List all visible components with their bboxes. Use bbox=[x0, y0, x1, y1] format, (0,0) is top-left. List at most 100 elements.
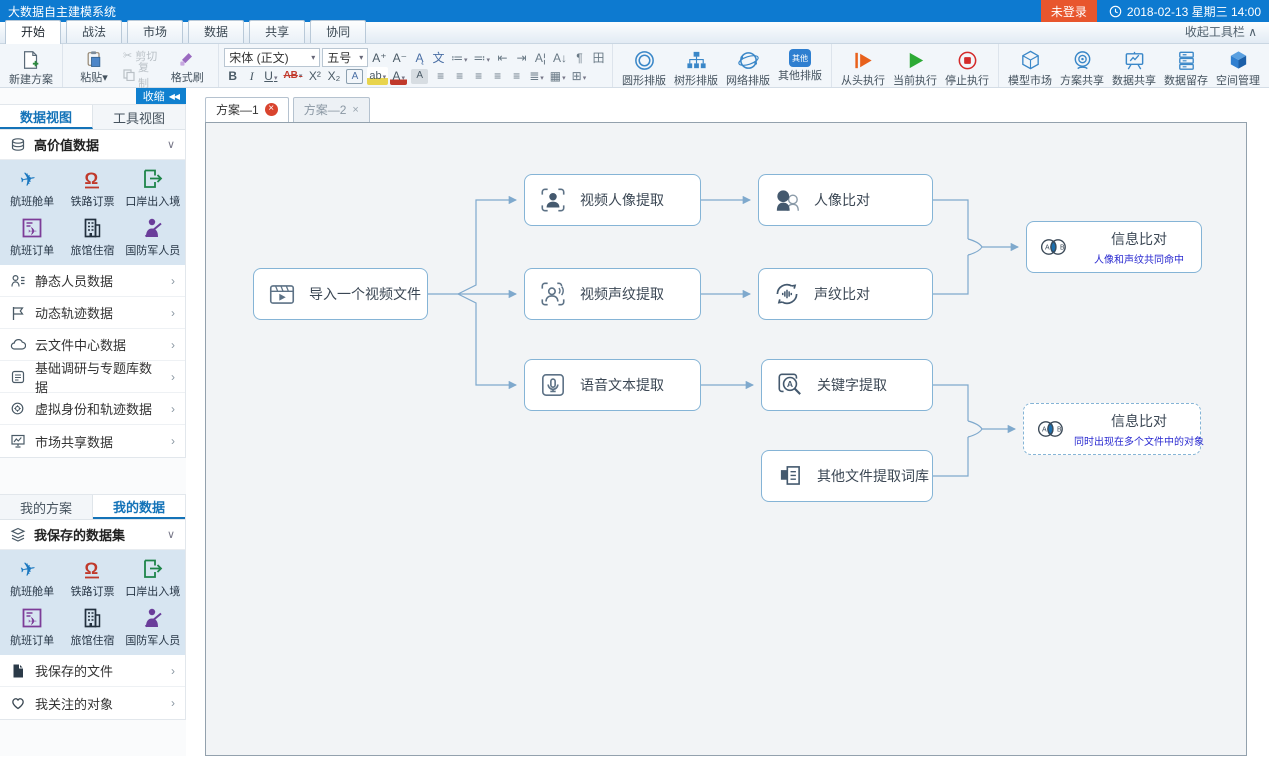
tab-data-view[interactable]: 数据视图 bbox=[0, 105, 93, 129]
align-right-button[interactable]: ≡ bbox=[470, 67, 487, 85]
section-my-datasets[interactable]: 我保存的数据集 ∨ bbox=[0, 520, 185, 550]
align-justify-button[interactable]: ≡ bbox=[489, 67, 506, 85]
list-item-my-files[interactable]: 我保存的文件 › bbox=[0, 655, 185, 687]
list-item-virtual-identity[interactable]: 虚拟身份和轨迹数据 › bbox=[0, 393, 185, 425]
new-plan-button[interactable]: 新建方案 bbox=[5, 46, 57, 85]
login-status-badge[interactable]: 未登录 bbox=[1041, 0, 1097, 22]
character-shading-button[interactable]: A bbox=[411, 69, 428, 84]
char-scale-button[interactable]: A¦ bbox=[532, 49, 549, 67]
grow-font-button[interactable]: A⁺ bbox=[370, 49, 388, 67]
dataset-railway-ticket[interactable]: Ω 铁路订票 bbox=[62, 555, 122, 601]
node-info-compare-2[interactable]: AB 信息比对 同时出现在多个文件中的对象 bbox=[1023, 403, 1201, 455]
menu-tab-collab[interactable]: 协同 bbox=[310, 20, 366, 43]
run-current-button[interactable]: 当前执行 bbox=[889, 46, 941, 85]
node-speech-text-extract[interactable]: 语音文本提取 bbox=[524, 359, 701, 411]
close-tab-icon[interactable]: × bbox=[265, 103, 278, 116]
close-tab-icon[interactable]: × bbox=[352, 104, 358, 116]
underline-button[interactable]: U▾ bbox=[262, 67, 279, 85]
tree-layout-button[interactable]: 树形排版 bbox=[670, 46, 722, 85]
highlight-button[interactable]: ab▾ bbox=[367, 67, 388, 85]
list-item-dynamic-track[interactable]: 动态轨迹数据 › bbox=[0, 297, 185, 329]
font-color-button[interactable]: A▾ bbox=[390, 67, 407, 85]
flight-manifest-icon: ✈ bbox=[19, 557, 45, 581]
space-management-button[interactable]: 空间管理 bbox=[1212, 46, 1264, 85]
font-size-select[interactable]: 五号▾ bbox=[322, 48, 368, 67]
change-case-button[interactable]: 文 bbox=[430, 49, 447, 67]
run-from-start-button[interactable]: 从头执行 bbox=[837, 46, 889, 85]
pinyin-guide-button[interactable]: Ą bbox=[411, 49, 428, 67]
menu-tab-tactics[interactable]: 战法 bbox=[66, 20, 122, 43]
tab-my-plans[interactable]: 我的方案 bbox=[0, 495, 93, 519]
menu-tab-data[interactable]: 数据 bbox=[188, 20, 244, 43]
list-item-static-personnel[interactable]: 静态人员数据 › bbox=[0, 265, 185, 297]
dataset-hotel[interactable]: 旅馆住宿 bbox=[62, 604, 122, 650]
network-layout-button[interactable]: 网络排版 bbox=[722, 46, 774, 85]
node-other-files-lexicon[interactable]: 其他文件提取词库 bbox=[761, 450, 933, 502]
borders-button[interactable]: ⊞▾ bbox=[570, 67, 589, 85]
menu-tab-share[interactable]: 共享 bbox=[249, 20, 305, 43]
insert-table-button[interactable]: 田 bbox=[590, 49, 607, 67]
italic-button[interactable]: I bbox=[243, 67, 260, 85]
data-retention-button[interactable]: 数据留存 bbox=[1160, 46, 1212, 85]
dataset-port-entry[interactable]: 口岸出入境 bbox=[123, 555, 183, 601]
dataset-railway-ticket[interactable]: Ω 铁路订票 bbox=[62, 165, 122, 211]
node-import-video[interactable]: 导入一个视频文件 bbox=[253, 268, 428, 320]
outdent-button[interactable]: ⇤ bbox=[494, 49, 511, 67]
dataset-flight-order[interactable]: ✈ 航班订单 bbox=[2, 604, 62, 650]
circle-layout-button[interactable]: 圆形排版 bbox=[618, 46, 670, 85]
tab-tool-view[interactable]: 工具视图 bbox=[93, 105, 185, 129]
dataset-flight-manifest[interactable]: ✈ 航班舱单 bbox=[2, 165, 62, 211]
model-market-icon bbox=[1018, 49, 1042, 72]
doc-tab-plan2[interactable]: 方案—2 × bbox=[293, 97, 370, 122]
align-left-button[interactable]: ≡ bbox=[432, 67, 449, 85]
node-video-voiceprint-extract[interactable]: 视频声纹提取 bbox=[524, 268, 701, 320]
dataset-hotel[interactable]: 旅馆住宿 bbox=[62, 214, 122, 260]
list-item-research-library[interactable]: 基础调研与专题库数据 › bbox=[0, 361, 185, 393]
node-face-compare[interactable]: 人像比对 bbox=[758, 174, 933, 226]
dataset-military-personnel[interactable]: 国防军人员 bbox=[123, 604, 183, 650]
node-video-face-extract[interactable]: 视频人像提取 bbox=[524, 174, 701, 226]
menu-tab-market[interactable]: 市场 bbox=[127, 20, 183, 43]
strikethrough-button[interactable]: AB▾ bbox=[281, 67, 304, 85]
shading-button[interactable]: ▦▾ bbox=[548, 67, 568, 85]
bullet-list-button[interactable]: ≔▾ bbox=[449, 49, 470, 67]
indent-button[interactable]: ⇥ bbox=[513, 49, 530, 67]
list-item-cloud-file[interactable]: 云文件中心数据 › bbox=[0, 329, 185, 361]
node-info-compare-1[interactable]: AB 信息比对 人像和声纹共同命中 bbox=[1026, 221, 1202, 273]
doc-tab-plan1[interactable]: 方案—1 × bbox=[205, 97, 289, 122]
menu-tab-start[interactable]: 开始 bbox=[5, 20, 61, 44]
align-center-button[interactable]: ≡ bbox=[451, 67, 468, 85]
other-layout-button[interactable]: 其他 其他排版 bbox=[774, 46, 826, 85]
section-high-value-data[interactable]: 高价值数据 ∨ bbox=[0, 130, 185, 160]
plan-share-button[interactable]: 方案共享 bbox=[1056, 46, 1108, 85]
sidebar-collapse-button[interactable]: 收缩 ◀◀ bbox=[136, 88, 186, 104]
shrink-font-button[interactable]: A⁻ bbox=[391, 49, 409, 67]
node-keyword-extract[interactable]: A 关键字提取 bbox=[761, 359, 933, 411]
subscript-button[interactable]: X₂ bbox=[325, 67, 342, 85]
data-share-button[interactable]: 数据共享 bbox=[1108, 46, 1160, 85]
bold-button[interactable]: B bbox=[224, 67, 241, 85]
flowchart-canvas[interactable]: 导入一个视频文件 视频人像提取 视频声纹提取 语音文本提取 人像比对 bbox=[205, 122, 1247, 756]
line-spacing-button[interactable]: ≣▾ bbox=[527, 67, 546, 85]
model-market-button[interactable]: 模型市场 bbox=[1004, 46, 1056, 85]
node-voiceprint-compare[interactable]: 声纹比对 bbox=[758, 268, 933, 320]
character-border-button[interactable]: A bbox=[346, 69, 363, 84]
numbered-list-button[interactable]: ≕▾ bbox=[471, 49, 492, 67]
superscript-button[interactable]: X² bbox=[306, 67, 323, 85]
format-painter-button[interactable]: 格式刷 bbox=[161, 46, 213, 85]
copy-button[interactable]: 复制 bbox=[120, 66, 161, 84]
paste-button[interactable]: 粘贴▾ bbox=[68, 46, 120, 85]
list-item-followed-objects[interactable]: 我关注的对象 › bbox=[0, 687, 185, 719]
dataset-flight-order[interactable]: ✈ 航班订单 bbox=[2, 214, 62, 260]
font-family-select[interactable]: 宋体 (正文)▾ bbox=[224, 48, 320, 67]
list-item-market-shared[interactable]: 市场共享数据 › bbox=[0, 425, 185, 457]
dataset-flight-manifest[interactable]: ✈ 航班舱单 bbox=[2, 555, 62, 601]
distribute-button[interactable]: ≡ bbox=[508, 67, 525, 85]
paragraph-mark-button[interactable]: ¶ bbox=[571, 49, 588, 67]
dataset-port-entry[interactable]: 口岸出入境 bbox=[123, 165, 183, 211]
stop-execution-button[interactable]: 停止执行 bbox=[941, 46, 993, 85]
dataset-military-personnel[interactable]: 国防军人员 bbox=[123, 214, 183, 260]
sort-button[interactable]: A↓ bbox=[551, 49, 569, 67]
collapse-toolbar-button[interactable]: 收起工具栏 ∧ bbox=[1173, 23, 1269, 43]
tab-my-data[interactable]: 我的数据 bbox=[93, 495, 185, 519]
